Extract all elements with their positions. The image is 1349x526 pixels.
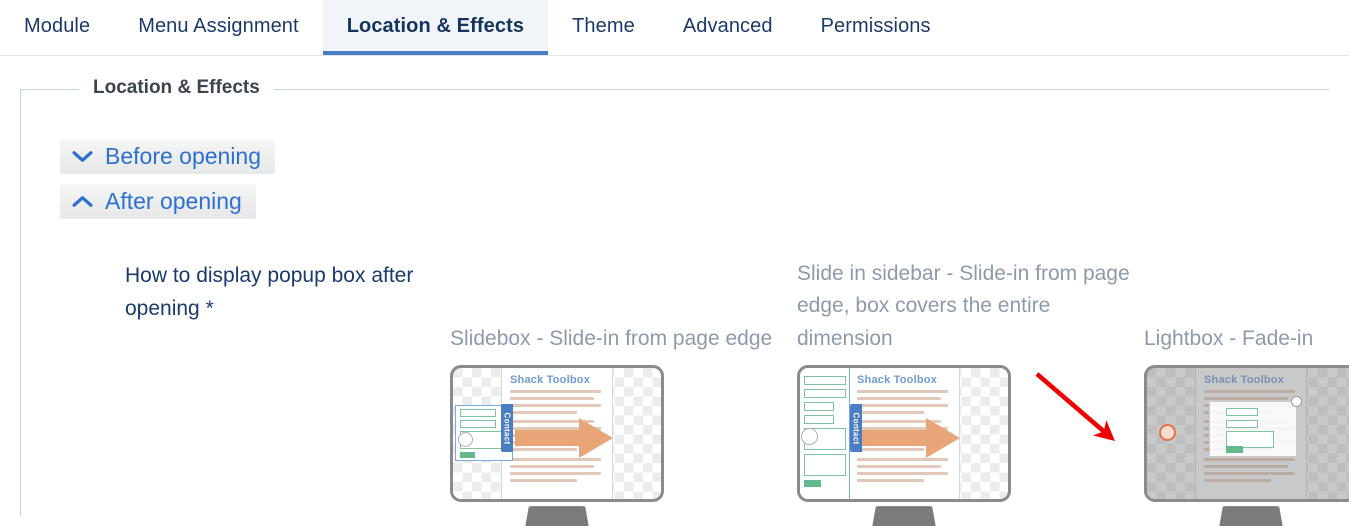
option-thumbnail-wrap[interactable]: Shack Toolbox — [445, 365, 792, 526]
accordion-label: Before opening — [105, 143, 262, 169]
tab-bar: Module Menu Assignment Location & Effect… — [0, 0, 1349, 56]
tab-location-and-effects[interactable]: Location & Effects — [322, 0, 549, 55]
thumb-site-title: Shack Toolbox — [857, 374, 938, 387]
text-lines-block — [510, 390, 606, 418]
monitor-screen: Shack Toolbox — [797, 365, 1011, 503]
option-label: Slidebox - Slide-in from page edge — [450, 326, 773, 350]
tab-label: Permissions — [820, 14, 931, 37]
tab-advanced[interactable]: Advanced — [659, 0, 797, 55]
lightbox-modal — [1209, 401, 1297, 458]
accordion-group: Before opening After opening How to disp… — [21, 90, 1349, 526]
location-effects-fieldset: Location & Effects Before opening After … — [20, 77, 1349, 526]
popup-display-options: Slidebox - Slide-in from page edge Shack… — [445, 258, 1349, 526]
accordion-label: After opening — [105, 187, 242, 214]
tab-label: Advanced — [682, 14, 773, 37]
monitor-illustration: Shack Toolbox — [450, 365, 664, 526]
thumb-site-title: Shack Toolbox — [510, 374, 591, 387]
tab-module[interactable]: Module — [0, 0, 114, 55]
option-thumbnail-wrap[interactable]: Shack Toolbox — [792, 365, 1139, 526]
tab-label: Module — [24, 14, 91, 37]
contact-tab: Contact — [850, 404, 862, 453]
option-lightbox[interactable]: Lightbox - Fade-in Shack Toolbox — [1139, 323, 1349, 526]
text-lines-block — [857, 458, 953, 486]
tab-permissions[interactable]: Permissions — [797, 0, 955, 55]
monitor-screen: Shack Toolbox — [450, 365, 664, 503]
monitor-illustration: Shack Toolbox — [1144, 365, 1349, 526]
chevron-down-icon — [72, 151, 93, 162]
chevron-up-icon — [72, 195, 93, 207]
monitor-stand — [872, 506, 936, 526]
tab-theme[interactable]: Theme — [548, 0, 659, 55]
tab-menu-assignment[interactable]: Menu Assignment — [114, 0, 322, 55]
monitor-stand — [1219, 506, 1283, 526]
accordion-before-opening[interactable]: Before opening — [60, 139, 276, 174]
option-slide-in-sidebar[interactable]: Slide in sidebar - Slide-in from page ed… — [792, 258, 1139, 526]
sidebar-panel — [800, 368, 850, 500]
option-label: Slide in sidebar - Slide-in from page ed… — [797, 261, 1130, 350]
text-lines-block — [510, 458, 606, 486]
orange-arrow-icon — [515, 418, 613, 459]
popup-display-label: How to display popup box after opening * — [125, 263, 414, 321]
option-slidebox[interactable]: Slidebox - Slide-in from page edge Shack… — [445, 323, 792, 526]
option-thumbnail-wrap[interactable]: Shack Toolbox — [1139, 365, 1349, 526]
monitor-illustration: Shack Toolbox — [797, 365, 1011, 526]
orange-arrow-icon — [862, 418, 960, 459]
monitor-stand — [525, 506, 589, 526]
popup-display-field-row: How to display popup box after opening *… — [60, 229, 1349, 526]
fieldset-legend: Location & Effects — [79, 77, 274, 99]
option-label: Lightbox - Fade-in — [1144, 326, 1314, 350]
lightbox-option-radio[interactable] — [1159, 424, 1176, 442]
accordion-after-opening[interactable]: After opening — [60, 183, 256, 219]
contact-tab: Contact — [501, 404, 513, 453]
contact-tab-label: Contact — [502, 412, 512, 445]
location-effects-panel: Location & Effects Before opening After … — [0, 77, 1349, 526]
text-lines-block — [857, 390, 953, 418]
tab-label: Location & Effects — [346, 14, 525, 37]
monitor-screen: Shack Toolbox — [1144, 365, 1349, 503]
tab-label: Menu Assignment — [138, 14, 299, 37]
tab-label: Theme — [572, 14, 635, 37]
contact-tab-label: Contact — [851, 412, 861, 445]
